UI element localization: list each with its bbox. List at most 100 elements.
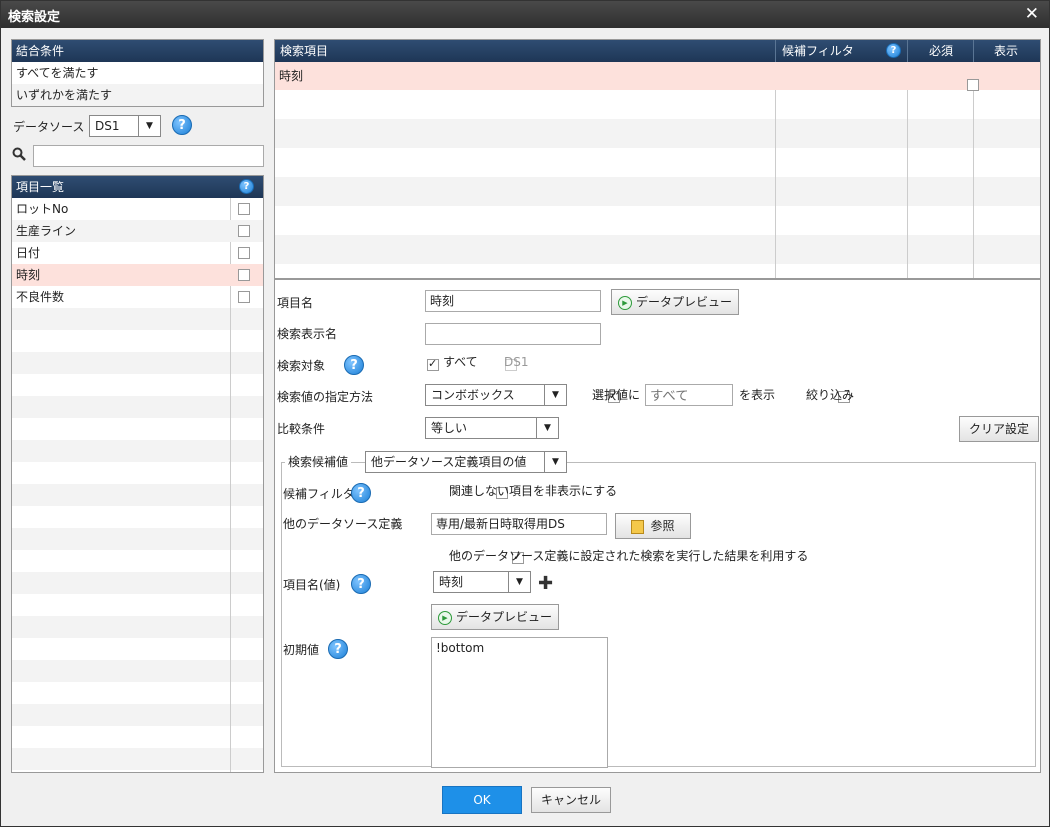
- browse-button[interactable]: 参照: [615, 513, 691, 539]
- required-checkbox[interactable]: [966, 78, 979, 91]
- list-item[interactable]: 不良件数: [12, 286, 263, 308]
- empty-row: [275, 264, 1040, 278]
- empty-row: [275, 206, 1040, 235]
- search-items-empty-rows: [275, 90, 1040, 278]
- search-items-table: 検索項目 候補フィルタ ? 必須 表示 時刻: [274, 39, 1041, 279]
- empty-row: [12, 638, 263, 660]
- add-icon[interactable]: ✚: [538, 573, 553, 594]
- ok-button[interactable]: OK: [442, 786, 522, 814]
- candidate-preview-button[interactable]: ▶ データプレビュー: [431, 604, 559, 630]
- list-item[interactable]: ロットNo: [12, 198, 263, 220]
- empty-row: [12, 704, 263, 726]
- dialog-title: 検索設定: [8, 10, 61, 25]
- initial-value-label: 初期値: [283, 643, 320, 657]
- title-bar: 検索設定 ✕: [1, 1, 1049, 28]
- candidate-type-select[interactable]: 他データソース定義項目の値 ▼: [365, 451, 567, 473]
- item-checkbox[interactable]: [238, 291, 250, 303]
- empty-row: [12, 352, 263, 374]
- chevron-down-icon: ▼: [536, 418, 558, 438]
- empty-row: [12, 484, 263, 506]
- target-ds1-label: DS1: [504, 355, 529, 369]
- candidate-legend-label: 検索候補値: [285, 452, 352, 472]
- clear-settings-button[interactable]: クリア設定: [959, 416, 1039, 442]
- help-icon[interactable]: ?: [344, 355, 364, 375]
- empty-row: [12, 616, 263, 638]
- initial-value-textarea[interactable]: !bottom: [431, 637, 608, 768]
- item-checkbox[interactable]: [238, 269, 250, 281]
- empty-row: [12, 682, 263, 704]
- selected-value-label: 選択値に: [592, 388, 641, 402]
- help-icon[interactable]: ?: [239, 179, 254, 194]
- show-label: を表示: [739, 388, 776, 402]
- other-ds-label: 他のデータソース定義: [283, 517, 403, 531]
- table-row[interactable]: 時刻: [275, 62, 1040, 91]
- empty-row: [12, 572, 263, 594]
- selected-value-input[interactable]: [645, 384, 733, 406]
- empty-row: [12, 440, 263, 462]
- use-result-label: 他のデータソース定義に設定された検索を実行した結果を利用する: [449, 549, 809, 563]
- search-items-header: 検索項目 候補フィルタ ? 必須 表示: [275, 40, 1040, 62]
- empty-row: [12, 660, 263, 682]
- display-name-field[interactable]: [425, 323, 601, 345]
- item-checkbox[interactable]: [238, 225, 250, 237]
- empty-row: [12, 506, 263, 528]
- empty-row: [275, 235, 1040, 264]
- empty-row: [12, 528, 263, 550]
- search-input[interactable]: [33, 145, 264, 167]
- col-header-required: 必須: [929, 44, 954, 58]
- compare-select[interactable]: 等しい ▼: [425, 417, 559, 439]
- display-name-label: 検索表示名: [277, 327, 338, 341]
- chevron-down-icon: ▼: [508, 572, 530, 592]
- item-name-field[interactable]: 時刻: [425, 290, 601, 312]
- item-checkbox[interactable]: [238, 203, 250, 215]
- empty-row: [12, 594, 263, 616]
- help-icon[interactable]: ?: [172, 115, 192, 135]
- target-all-checkbox[interactable]: [427, 357, 439, 371]
- candidate-fieldset: [281, 462, 1036, 767]
- join-option-any[interactable]: いずれかを満たす: [12, 84, 263, 106]
- candidate-filter-label: 候補フィルタ: [283, 487, 355, 501]
- item-list-header-label: 項目一覧: [16, 180, 65, 194]
- close-icon[interactable]: ✕: [1025, 4, 1039, 24]
- data-preview-button[interactable]: ▶ データプレビュー: [611, 289, 739, 315]
- help-icon[interactable]: ?: [886, 43, 901, 58]
- empty-row: [12, 374, 263, 396]
- datasource-label: データソース: [13, 120, 85, 134]
- chevron-down-icon: ▼: [544, 385, 566, 405]
- empty-row: [12, 726, 263, 748]
- cell-item: 時刻: [279, 69, 304, 83]
- item-list-rows: ロットNo 生産ライン 日付 時刻 不良件数: [12, 198, 263, 308]
- item-list-panel: 項目一覧 ? ロットNo 生産ライン 日付 時刻 不良件数: [11, 175, 264, 773]
- join-condition-header: 結合条件: [12, 40, 263, 62]
- target-label: 検索対象: [277, 359, 326, 373]
- item-checkbox[interactable]: [238, 247, 250, 259]
- join-condition-list: 結合条件 すべてを満たす いずれかを満たす: [11, 39, 264, 107]
- empty-row: [12, 462, 263, 484]
- other-ds-field[interactable]: 専用/最新日時取得用DS: [431, 513, 607, 535]
- empty-row: [12, 748, 263, 770]
- cancel-button[interactable]: キャンセル: [531, 787, 611, 813]
- item-value-select[interactable]: 時刻 ▼: [433, 571, 531, 593]
- datasource-select[interactable]: DS1 ▼: [89, 115, 161, 137]
- method-select[interactable]: コンボボックス ▼: [425, 384, 567, 406]
- method-label: 検索値の指定方法: [277, 390, 374, 404]
- narrow-label: 絞り込み: [806, 388, 855, 402]
- list-item[interactable]: 日付: [12, 242, 263, 264]
- help-icon[interactable]: ?: [351, 574, 371, 594]
- list-item-selected[interactable]: 時刻: [12, 264, 263, 286]
- folder-icon: [631, 519, 645, 534]
- play-icon: ▶: [617, 295, 632, 310]
- join-option-all[interactable]: すべてを満たす: [12, 62, 263, 84]
- help-icon[interactable]: ?: [351, 483, 371, 503]
- target-all-label: すべて: [443, 355, 478, 369]
- compare-label: 比較条件: [277, 422, 326, 436]
- empty-row: [275, 90, 1040, 119]
- help-icon[interactable]: ?: [328, 639, 348, 659]
- empty-row: [12, 396, 263, 418]
- search-icon: [12, 147, 26, 165]
- empty-row: [12, 308, 263, 330]
- list-item[interactable]: 生産ライン: [12, 220, 263, 242]
- empty-row: [275, 177, 1040, 206]
- search-settings-dialog: 検索設定 ✕ 結合条件 すべてを満たす いずれかを満たす データソース DS1 …: [0, 0, 1050, 827]
- col-header-filter: 候補フィルタ: [782, 44, 854, 58]
